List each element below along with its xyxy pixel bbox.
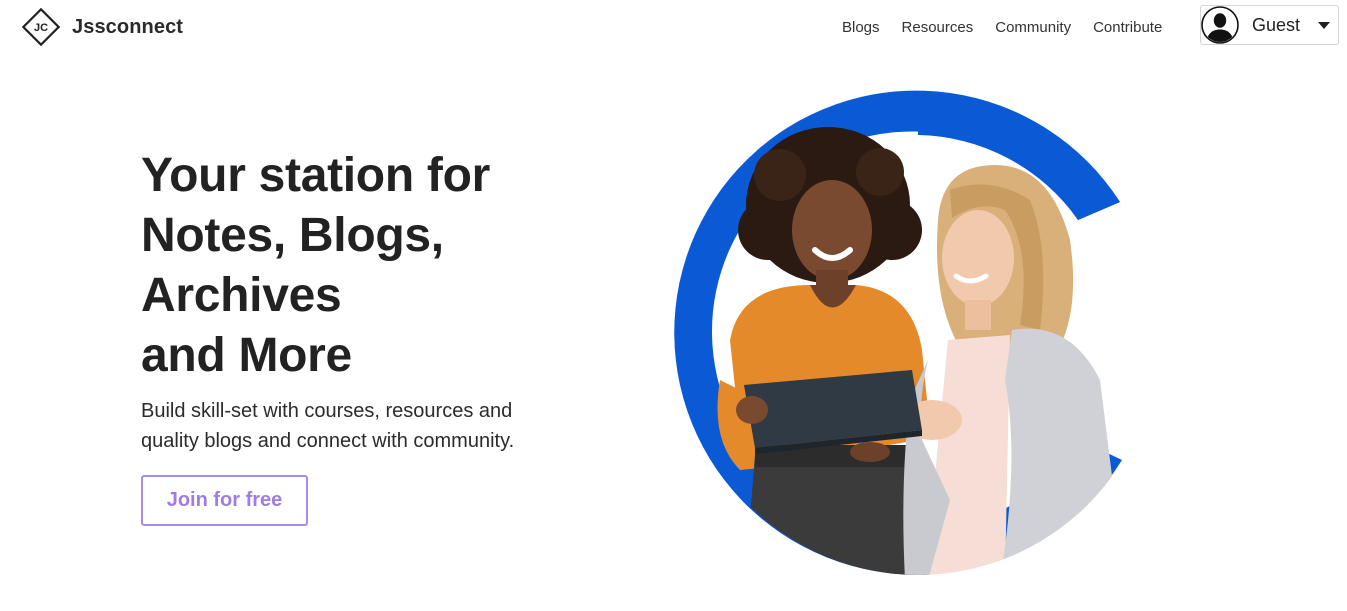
brand-home-link[interactable]: JC Jssconnect — [22, 8, 183, 46]
jc-diamond-logo-icon: JC — [22, 8, 60, 46]
hero-subtitle-line: Build skill-set with courses, resources … — [141, 400, 513, 422]
nav-link-community[interactable]: Community — [995, 19, 1071, 36]
user-name-label: Guest — [1252, 14, 1301, 35]
hero-title: Your station for Notes, Blogs, Archives … — [141, 146, 621, 386]
person-right — [902, 165, 1115, 575]
hero-illustration — [674, 90, 1122, 575]
logo-text: JC — [34, 22, 48, 34]
user-silhouette-icon — [1201, 6, 1239, 44]
nav-link-resources[interactable]: Resources — [902, 19, 974, 36]
caret-down-icon — [1318, 21, 1331, 29]
hero-subtitle: Build skill-set with courses, resources … — [141, 396, 561, 456]
hero-subtitle-line: quality blogs and connect with community… — [141, 430, 515, 452]
user-menu-dropdown[interactable]: Guest — [1200, 5, 1339, 45]
hero-title-line: Your station for — [141, 149, 490, 202]
nav-link-blogs[interactable]: Blogs — [842, 19, 880, 36]
person-left — [717, 127, 930, 575]
nav-link-contribute[interactable]: Contribute — [1093, 19, 1162, 36]
brand-name: Jssconnect — [72, 15, 184, 38]
join-for-free-button[interactable]: Join for free — [141, 475, 308, 526]
navbar: JC Jssconnect Blogs Resources Community … — [0, 0, 1347, 54]
hero-title-line: Archives — [141, 269, 342, 322]
landing-page: JC Jssconnect Blogs Resources Community … — [0, 0, 1347, 611]
hero-title-line: and More — [141, 329, 352, 382]
main-nav: Blogs Resources Community Contribute — [842, 16, 1162, 38]
hero-title-line: Notes, Blogs, — [141, 209, 444, 262]
